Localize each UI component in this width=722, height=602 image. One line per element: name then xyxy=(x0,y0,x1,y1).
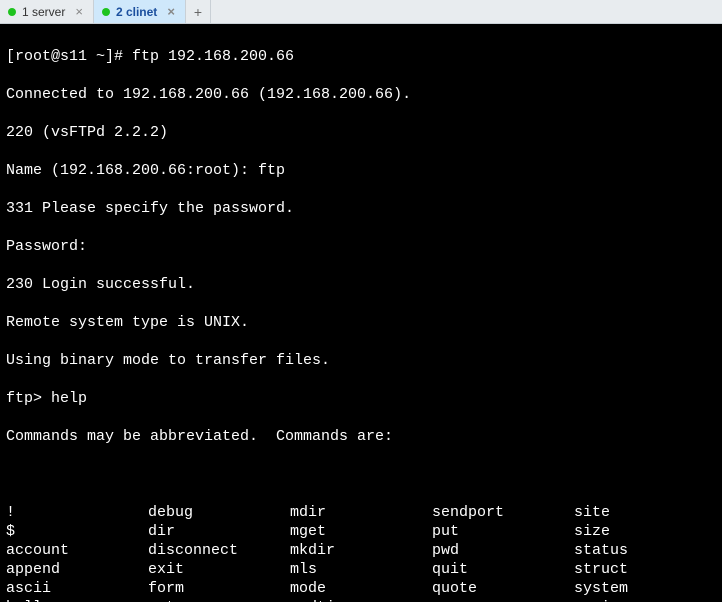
new-tab-button[interactable]: + xyxy=(186,0,211,23)
command-name: mode xyxy=(290,579,432,598)
shell-command: ftp 192.168.200.66 xyxy=(132,48,294,65)
command-name: recv xyxy=(432,598,574,602)
terminal-line: 230 Login successful. xyxy=(6,275,716,294)
command-name: dir xyxy=(148,522,290,541)
terminal-line: Using binary mode to transfer files. xyxy=(6,351,716,370)
close-icon[interactable]: × xyxy=(167,4,175,19)
terminal-line: [root@s11 ~]# ftp 192.168.200.66 xyxy=(6,47,716,66)
command-name: modtime xyxy=(290,598,432,602)
command-name: sendport xyxy=(432,503,574,522)
terminal-line: 220 (vsFTPd 2.2.2) xyxy=(6,123,716,142)
command-name: quit xyxy=(432,560,574,579)
terminal-line: ftp> help xyxy=(6,389,716,408)
ftp-prompt: ftp> xyxy=(6,390,51,407)
command-name: append xyxy=(6,560,148,579)
terminal[interactable]: [root@s11 ~]# ftp 192.168.200.66 Connect… xyxy=(0,24,722,602)
command-name: site xyxy=(574,503,716,522)
tab-clinet[interactable]: 2 clinet × xyxy=(94,0,186,23)
plus-icon: + xyxy=(194,4,202,20)
command-name: sunique xyxy=(574,598,716,602)
command-name: mget xyxy=(290,522,432,541)
status-dot-icon xyxy=(102,8,110,16)
tab-label: 2 clinet xyxy=(116,5,157,19)
command-row: asciiformmodequotesystem xyxy=(6,579,716,598)
command-name: get xyxy=(148,598,290,602)
command-name: bell xyxy=(6,598,148,602)
terminal-line xyxy=(6,465,716,484)
close-icon[interactable]: × xyxy=(75,4,83,19)
command-row: bellgetmodtimerecvsunique xyxy=(6,598,716,602)
terminal-line: Connected to 192.168.200.66 (192.168.200… xyxy=(6,85,716,104)
ftp-command: help xyxy=(51,390,87,407)
command-name: pwd xyxy=(432,541,574,560)
command-name: mls xyxy=(290,560,432,579)
command-name: form xyxy=(148,579,290,598)
command-name: struct xyxy=(574,560,716,579)
command-name: ! xyxy=(6,503,148,522)
tab-bar: 1 server × 2 clinet × + xyxy=(0,0,722,24)
ftp-help-commands: !debugmdirsendportsite$dirmgetputsizeacc… xyxy=(6,503,716,602)
command-row: $dirmgetputsize xyxy=(6,522,716,541)
command-name: quote xyxy=(432,579,574,598)
command-name: account xyxy=(6,541,148,560)
command-name: system xyxy=(574,579,716,598)
command-name: $ xyxy=(6,522,148,541)
tab-label: 1 server xyxy=(22,5,65,19)
terminal-line: 331 Please specify the password. xyxy=(6,199,716,218)
command-name: put xyxy=(432,522,574,541)
command-name: debug xyxy=(148,503,290,522)
command-name: mdir xyxy=(290,503,432,522)
terminal-line: Password: xyxy=(6,237,716,256)
terminal-line: Name (192.168.200.66:root): ftp xyxy=(6,161,716,180)
command-name: ascii xyxy=(6,579,148,598)
terminal-line: Remote system type is UNIX. xyxy=(6,313,716,332)
command-row: appendexitmlsquitstruct xyxy=(6,560,716,579)
command-row: !debugmdirsendportsite xyxy=(6,503,716,522)
command-name: size xyxy=(574,522,716,541)
command-name: exit xyxy=(148,560,290,579)
command-name: mkdir xyxy=(290,541,432,560)
command-name: disconnect xyxy=(148,541,290,560)
command-row: accountdisconnectmkdirpwdstatus xyxy=(6,541,716,560)
shell-prompt: [root@s11 ~]# xyxy=(6,48,132,65)
tab-server[interactable]: 1 server × xyxy=(0,0,94,23)
command-name: status xyxy=(574,541,716,560)
status-dot-icon xyxy=(8,8,16,16)
terminal-line: Commands may be abbreviated. Commands ar… xyxy=(6,427,716,446)
